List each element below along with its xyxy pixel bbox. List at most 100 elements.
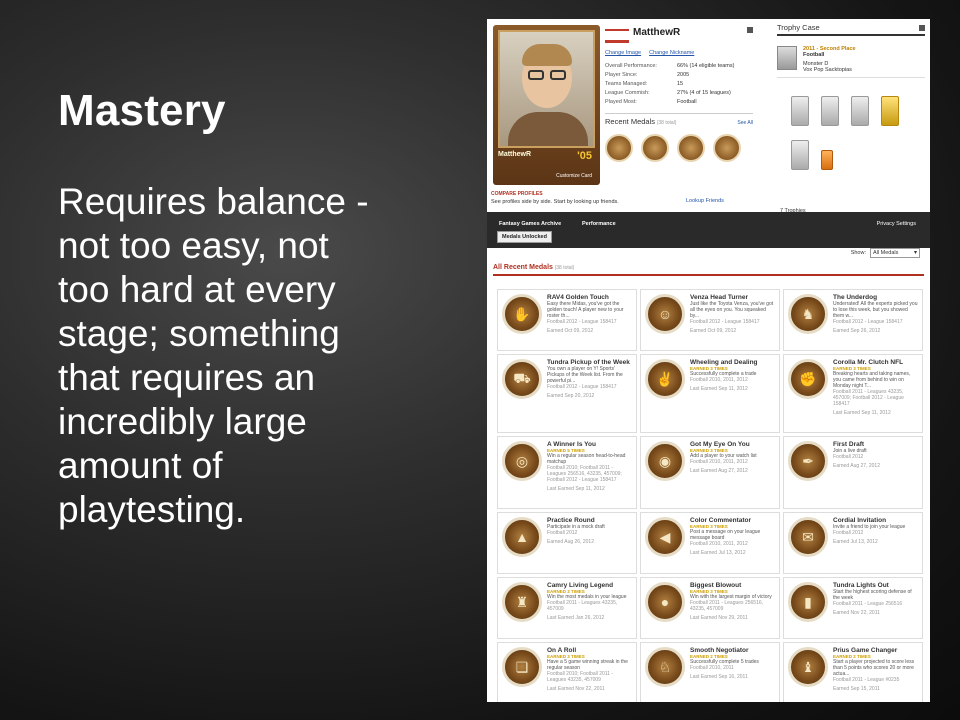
medal-card[interactable]: ◎ A Winner Is You EARNED 5 TIMES Win a regu… xyxy=(497,436,637,509)
featured-trophy-league: Vox Pop Sacktopias xyxy=(803,67,852,73)
medal-date: Earned Jul 13, 2012 xyxy=(833,539,878,545)
stat-row: Overall Performance: 66% (14 eligible tea… xyxy=(605,63,735,69)
medal-icon: ♜ xyxy=(502,582,542,622)
avatar xyxy=(498,30,595,148)
medal-icon: ♘ xyxy=(645,647,685,687)
medal-league: Football 2010; Football 2011 - Leagues 4… xyxy=(547,671,614,683)
medal-name: A Winner Is You xyxy=(547,441,596,448)
player-card[interactable]: MatthewR '05 Customize Card xyxy=(493,25,600,185)
medal-date: Last Earned Sep 11, 2012 xyxy=(547,486,605,492)
medal-description: Win a regular season head-to-head matchu… xyxy=(547,453,626,465)
stat-row: League Commish: 27% (4 of 15 leagues) xyxy=(605,90,731,96)
medal-date: Earned Aug 26, 2012 xyxy=(547,539,594,545)
nav-privacy[interactable]: Privacy Settings xyxy=(877,221,916,227)
medals-unlocked-button[interactable]: Medals Unlocked xyxy=(497,231,552,243)
medal-card[interactable]: ⛟ Tundra Pickup of the Week You own a play… xyxy=(497,354,637,433)
medal-date: Last Earned Aug 27, 2012 xyxy=(690,468,748,474)
medal-card[interactable]: ✉ Cordial Invitation Invite a friend to jo… xyxy=(783,512,923,574)
medal-card[interactable]: ✌ Wheeling and Dealing EARNED 3 TIMES Succe… xyxy=(640,354,780,433)
medal-league: Football 2010, 2011, 2012 xyxy=(690,541,748,547)
trophy-row xyxy=(791,96,925,126)
profile-name: MatthewR xyxy=(633,27,681,38)
compare-heading: COMPARE PROFILES xyxy=(491,191,543,197)
medal-icon[interactable] xyxy=(641,134,669,162)
change-nickname-link[interactable]: Change Nickname xyxy=(649,50,694,56)
trophy-icon[interactable] xyxy=(791,140,809,170)
trophy-icon[interactable] xyxy=(881,96,899,126)
medal-description: Underrated! All the experts picked you t… xyxy=(833,301,918,319)
trophy-icon[interactable] xyxy=(851,96,869,126)
slide: Mastery Requires balance - not too easy,… xyxy=(0,0,960,720)
medal-card[interactable]: ♜ Camry Living Legend EARNED 3 TIMES Win th… xyxy=(497,577,637,639)
medal-card[interactable]: ✋ RAV4 Golden Touch Easy there Midas, you'… xyxy=(497,289,637,351)
see-all-link[interactable]: See All xyxy=(737,120,753,126)
medal-icon: ● xyxy=(645,582,685,622)
filter-label: Show: xyxy=(850,250,866,256)
medal-card[interactable]: ♝ Prius Game Changer EARNED 2 TIMES Start a… xyxy=(783,642,923,702)
medal-league: Football 2010, 2011, 2012 xyxy=(690,377,748,383)
medal-card[interactable]: ▮ Tundra Lights Out Start the highest scor… xyxy=(783,577,923,639)
medal-date: Earned Aug 27, 2012 xyxy=(833,463,880,469)
medal-icon: ☺ xyxy=(645,294,685,334)
customize-card-link[interactable]: Customize Card xyxy=(556,173,592,179)
lookup-friends-link[interactable]: Lookup Friends xyxy=(686,198,724,204)
medal-league: Football 2012 xyxy=(547,530,578,536)
medal-description: Have a 5 game winning streak in the regu… xyxy=(547,659,628,671)
medal-icon[interactable] xyxy=(605,134,633,162)
medal-card[interactable]: ☺ Venza Head Turner Just like the Toyota V… xyxy=(640,289,780,351)
medal-card[interactable]: ◀ Color Commentator EARNED 3 TIMES Post a m… xyxy=(640,512,780,574)
profile-links: Change Image Change Nickname xyxy=(605,50,753,56)
compare-profiles: COMPARE PROFILES See profiles side by si… xyxy=(491,191,761,205)
medal-date: Earned Sep 20, 2012 xyxy=(547,393,595,399)
medal-card[interactable]: ✒ First Draft Join a live draft Football 20… xyxy=(783,436,923,509)
collapse-icon[interactable] xyxy=(747,27,753,33)
filter-select[interactable]: All Medals xyxy=(870,248,920,258)
all-medals-title: All Recent Medals xyxy=(493,264,553,271)
medal-card[interactable]: ♘ Smooth Negotiator EARNED 2 TIMES Successf… xyxy=(640,642,780,702)
slide-title: Mastery xyxy=(58,86,226,135)
medal-league: Football 2012 - League 158417 xyxy=(833,319,903,325)
trophy-icon xyxy=(777,46,797,70)
medal-card[interactable]: ♞ The Underdog Underrated! All the experts… xyxy=(783,289,923,351)
medal-filter: Show: All Medals xyxy=(851,248,920,258)
recent-medals-header: Recent Medals (38 total) See All xyxy=(605,113,753,126)
featured-trophy[interactable]: 2011 - Second Place Football Monster D V… xyxy=(777,42,925,78)
profile-screenshot: MatthewR '05 Customize Card MatthewR Cha… xyxy=(487,19,930,702)
medal-date: Last Earned Jan 26, 2012 xyxy=(547,615,605,621)
medal-icon[interactable] xyxy=(677,134,705,162)
medal-icon: ✋ xyxy=(502,294,542,334)
medal-name: Smooth Negotiator xyxy=(690,647,749,654)
stat-row: Teams Managed: 15 xyxy=(605,81,684,87)
nav-performance[interactable]: Performance xyxy=(582,221,616,227)
medal-description: You own a player on Y! Sports' Pickups o… xyxy=(547,366,623,384)
nav-archive[interactable]: Fantasy Games Archive xyxy=(499,221,561,227)
medal-league: Football 2010, 2011 xyxy=(690,665,734,671)
medal-card[interactable]: ● Biggest Blowout EARNED 3 TIMES Win with t… xyxy=(640,577,780,639)
medal-card[interactable]: ◉ Got My Eye On You EARNED 3 TIMES Add a pl… xyxy=(640,436,780,509)
stat-row: Player Since: 2005 xyxy=(605,72,690,78)
trophy-icon[interactable] xyxy=(791,96,809,126)
medal-name: First Draft xyxy=(833,441,865,448)
medal-icon: ♞ xyxy=(788,294,828,334)
medal-name: Tundra Pickup of the Week xyxy=(547,359,630,366)
change-image-link[interactable]: Change Image xyxy=(605,50,641,56)
card-number: '05 xyxy=(577,150,592,162)
recent-medals-title: Recent Medals xyxy=(605,117,656,126)
fantasy-logo-icon xyxy=(605,29,629,43)
medal-description: Post a message on your league message bo… xyxy=(690,529,761,541)
medal-league: Football 2012 xyxy=(833,454,864,460)
medal-date: Earned Sep 15, 2011 xyxy=(833,686,880,692)
medal-icon[interactable] xyxy=(713,134,741,162)
medal-description: Start the highest scoring defense of the… xyxy=(833,589,912,601)
medal-card[interactable]: ❏ On A Roll EARNED 3 TIMES Have a 5 game wi… xyxy=(497,642,637,702)
medal-name: The Underdog xyxy=(833,294,878,301)
medal-card[interactable]: ✊ Corolla Mr. Clutch NFL EARNED 3 TIMES Bre… xyxy=(783,354,923,433)
medal-date: Last Earned Sep 11, 2012 xyxy=(690,386,748,392)
medal-card[interactable]: ▲ Practice Round Participate in a mock dra… xyxy=(497,512,637,574)
medal-description: Just like the Toyota Venza, you've got a… xyxy=(690,301,774,319)
trophy-icon[interactable] xyxy=(821,96,839,126)
medal-date: Last Earned Jul 13, 2012 xyxy=(690,550,746,556)
trophy-icon[interactable] xyxy=(821,150,833,170)
medal-name: Venza Head Turner xyxy=(690,294,749,301)
collapse-icon[interactable] xyxy=(919,25,925,31)
